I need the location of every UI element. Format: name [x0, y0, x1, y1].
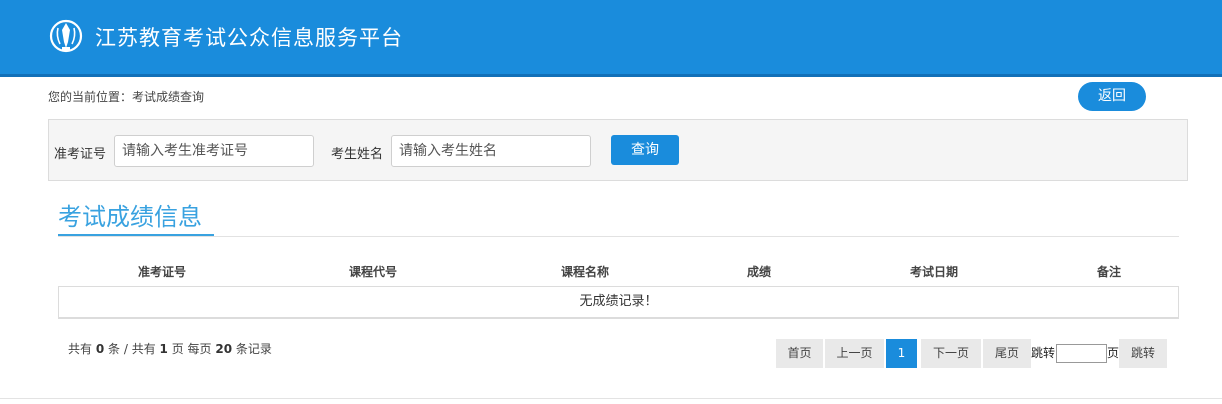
- back-button[interactable]: 返回: [1078, 82, 1146, 111]
- summary-records-unit: 条 / 共有: [108, 342, 156, 356]
- summary-prefix: 共有: [68, 342, 93, 356]
- breadcrumb: 您的当前位置：考试成绩查询: [48, 88, 204, 105]
- jump-button[interactable]: 跳转: [1119, 339, 1167, 368]
- column-header-ticket: 准考证号: [138, 265, 187, 279]
- column-header-score: 成绩: [747, 265, 772, 279]
- column-header-exam-date: 考试日期: [910, 265, 959, 279]
- next-page-button[interactable]: 下一页: [921, 339, 981, 368]
- site-header: 江苏教育考试公众信息服务平台: [0, 0, 1222, 77]
- exam-authority-emblem-icon: [49, 19, 83, 53]
- jump-page-unit: 页: [1107, 346, 1120, 360]
- summary-page-size-unit: 条记录: [235, 342, 272, 356]
- site-title: 江苏教育考试公众信息服务平台: [95, 26, 403, 50]
- column-header-course-name: 课程名称: [561, 265, 610, 279]
- name-label: 考生姓名: [331, 147, 384, 162]
- total-pages-count: 1: [159, 342, 168, 356]
- breadcrumb-current: 考试成绩查询: [132, 90, 205, 104]
- search-panel: 准考证号 考生姓名 查询: [48, 119, 1188, 181]
- section-divider: [58, 236, 1179, 237]
- footer-divider: [0, 398, 1222, 399]
- query-button[interactable]: 查询: [611, 135, 679, 165]
- breadcrumb-prefix: 您的当前位置：: [48, 90, 133, 104]
- candidate-name-input[interactable]: [391, 135, 591, 167]
- first-page-button[interactable]: 首页: [776, 339, 823, 368]
- current-page-button[interactable]: 1: [886, 339, 917, 368]
- column-header-course-code: 课程代号: [349, 265, 398, 279]
- record-summary: 共有 0 条 / 共有 1 页 每页 20 条记录: [68, 340, 272, 357]
- jump-label: 跳转: [1031, 346, 1056, 360]
- last-page-button[interactable]: 尾页: [983, 339, 1031, 368]
- summary-pages-unit: 页 每页: [171, 342, 212, 356]
- jump-page-input[interactable]: [1056, 344, 1107, 363]
- column-header-remark: 备注: [1097, 265, 1122, 279]
- prev-page-button[interactable]: 上一页: [825, 339, 884, 368]
- table-empty-row: 无成绩记录！: [58, 286, 1179, 319]
- section-title: 考试成绩信息: [58, 203, 202, 231]
- total-records-count: 0: [95, 342, 105, 356]
- ticket-label: 准考证号: [54, 147, 107, 162]
- ticket-number-input[interactable]: [114, 135, 314, 167]
- page-size-count: 20: [215, 342, 233, 356]
